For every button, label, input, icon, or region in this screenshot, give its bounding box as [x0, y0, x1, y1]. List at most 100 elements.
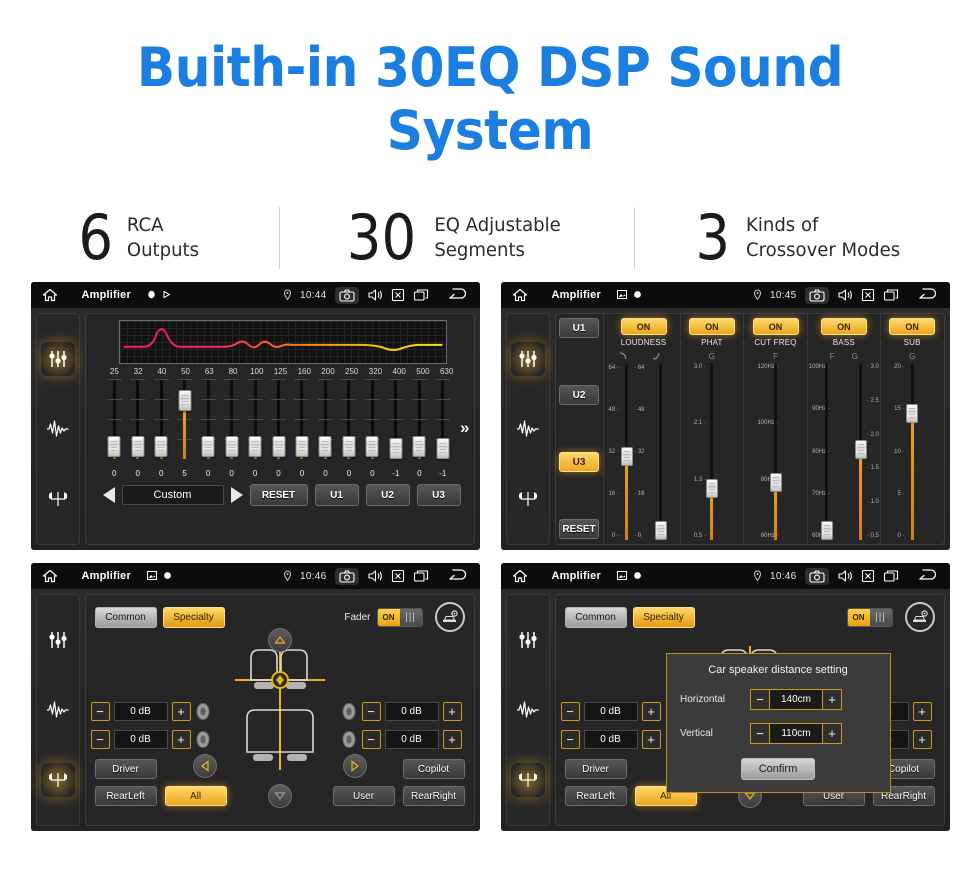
tab-specialty[interactable]: Specialty — [632, 606, 695, 628]
horizontal-increment-button[interactable]: + — [822, 689, 842, 710]
tab-common[interactable]: Common — [94, 606, 157, 628]
sub-gain-slider[interactable]: 20151050 — [894, 363, 929, 540]
vertical-increment-button[interactable]: + — [822, 723, 842, 744]
camera-icon[interactable] — [334, 286, 359, 304]
sidebar-item-waveform[interactable] — [511, 693, 545, 727]
volume-icon[interactable] — [837, 288, 853, 302]
position-all-button[interactable]: All — [164, 786, 227, 806]
fader-toggle[interactable]: ON ||| — [846, 607, 893, 627]
decrement-button[interactable]: − — [90, 701, 110, 721]
sidebar-item-waveform[interactable] — [41, 412, 75, 446]
loudness-on-button[interactable]: ON — [620, 318, 667, 335]
increment-button[interactable]: + — [442, 701, 462, 721]
position-copilot-button[interactable]: Copilot — [402, 759, 465, 779]
close-box-icon[interactable] — [391, 288, 405, 302]
volume-icon[interactable] — [367, 288, 383, 302]
decrement-button[interactable]: − — [560, 729, 580, 749]
close-box-icon[interactable] — [391, 569, 405, 583]
eq-slider[interactable] — [224, 379, 240, 459]
preset-u3-button[interactable]: U3 — [559, 452, 599, 472]
eq-slider[interactable] — [106, 379, 122, 459]
nav-up-button[interactable] — [267, 628, 292, 652]
position-driver-button[interactable]: Driver — [94, 759, 157, 779]
horizontal-decrement-button[interactable]: − — [750, 689, 770, 710]
home-icon[interactable] — [512, 288, 528, 302]
sidebar-item-equalizer[interactable] — [510, 342, 545, 376]
preset-display[interactable]: Custom — [121, 485, 224, 505]
bass-on-button[interactable]: ON — [820, 318, 867, 335]
car-settings-icon[interactable] — [434, 602, 465, 632]
preset-u2-button[interactable]: U2 — [365, 484, 410, 506]
sidebar-item-equalizer[interactable] — [511, 623, 545, 657]
fader-toggle[interactable]: ON ||| — [376, 607, 423, 627]
eq-slider[interactable] — [177, 379, 193, 459]
recents-icon[interactable] — [883, 569, 899, 583]
increment-button[interactable]: + — [171, 729, 191, 749]
bass-freq-slider[interactable]: 100Hz90Hz80Hz70Hz60Hz — [809, 363, 844, 540]
recents-icon[interactable] — [883, 288, 899, 302]
car-settings-icon[interactable] — [904, 602, 935, 632]
tab-specialty[interactable]: Specialty — [162, 606, 225, 628]
home-icon[interactable] — [512, 569, 528, 583]
vertical-decrement-button[interactable]: − — [750, 723, 770, 744]
cutfreq-on-button[interactable]: ON — [752, 318, 799, 335]
home-icon[interactable] — [42, 569, 58, 583]
back-icon[interactable] — [447, 288, 469, 302]
close-box-icon[interactable] — [861, 288, 875, 302]
loudness-slider-1[interactable]: 644832160 644832160 — [609, 364, 645, 540]
increment-button[interactable]: + — [912, 701, 932, 721]
eq-slider[interactable] — [130, 379, 146, 459]
eq-slider[interactable] — [411, 379, 427, 459]
home-icon[interactable] — [42, 288, 58, 302]
camera-icon[interactable] — [804, 567, 829, 585]
position-rearleft-button[interactable]: RearLeft — [94, 786, 157, 806]
sub-on-button[interactable]: ON — [889, 318, 936, 335]
triangle-right-icon[interactable] — [230, 487, 243, 503]
triangle-left-icon[interactable] — [102, 487, 115, 503]
phat-on-button[interactable]: ON — [688, 318, 735, 335]
cutfreq-slider[interactable]: 120Hz100Hz80Hz60Hz — [758, 363, 793, 540]
car-seat-diagram[interactable] — [225, 638, 335, 778]
preset-u3-button[interactable]: U3 — [416, 484, 461, 506]
eq-slider[interactable] — [271, 379, 287, 459]
sidebar-item-balance[interactable] — [40, 763, 75, 797]
position-driver-button[interactable]: Driver — [564, 759, 627, 779]
reset-button[interactable]: RESET — [249, 484, 308, 506]
eq-slider[interactable] — [364, 379, 380, 459]
increment-button[interactable]: + — [442, 729, 462, 749]
increment-button[interactable]: + — [912, 729, 932, 749]
eq-slider[interactable] — [153, 379, 169, 459]
sidebar-item-equalizer[interactable] — [40, 342, 75, 376]
position-rearleft-button[interactable]: RearLeft — [564, 786, 627, 806]
eq-slider[interactable] — [200, 379, 216, 459]
increment-button[interactable]: + — [641, 701, 661, 721]
sidebar-item-balance[interactable] — [510, 763, 545, 797]
preset-u2-button[interactable]: U2 — [559, 385, 599, 405]
bass-gain-slider[interactable]: 3.02.52.01.51.00.5 — [844, 363, 879, 540]
loudness-slider-2[interactable] — [644, 364, 678, 540]
decrement-button[interactable]: − — [361, 701, 381, 721]
confirm-button[interactable]: Confirm — [741, 758, 815, 780]
back-icon[interactable] — [917, 288, 939, 302]
preset-u1-button[interactable]: U1 — [559, 318, 599, 338]
volume-icon[interactable] — [367, 569, 383, 583]
position-user-button[interactable]: User — [332, 786, 395, 806]
eq-slider[interactable] — [388, 379, 404, 459]
recents-icon[interactable] — [413, 288, 429, 302]
close-box-icon[interactable] — [861, 569, 875, 583]
sidebar-item-waveform[interactable] — [511, 412, 545, 446]
back-icon[interactable] — [917, 569, 939, 583]
eq-slider[interactable] — [341, 379, 357, 459]
sidebar-item-waveform[interactable] — [41, 693, 75, 727]
preset-u1-button[interactable]: U1 — [314, 484, 359, 506]
phat-gain-slider[interactable]: 3.02.11.30.5 — [694, 363, 729, 540]
sidebar-item-balance[interactable] — [41, 482, 75, 516]
position-rearright-button[interactable]: RearRight — [402, 786, 465, 806]
recents-icon[interactable] — [413, 569, 429, 583]
increment-button[interactable]: + — [641, 729, 661, 749]
tab-common[interactable]: Common — [564, 606, 627, 628]
eq-slider[interactable] — [435, 379, 451, 459]
increment-button[interactable]: + — [171, 701, 191, 721]
sidebar-item-equalizer[interactable] — [41, 623, 75, 657]
reset-button[interactable]: RESET — [559, 519, 599, 539]
